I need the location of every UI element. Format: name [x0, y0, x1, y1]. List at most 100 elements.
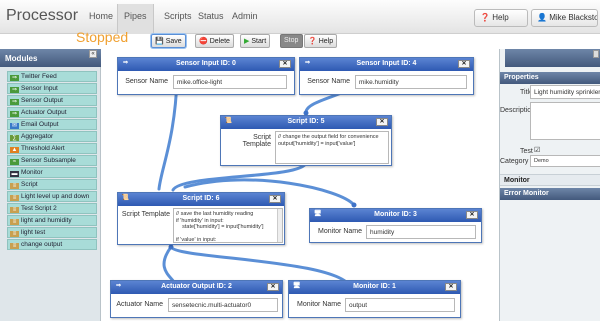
node-header[interactable]: ⇒ Actuator Output ID: 2 ✕ [111, 281, 282, 294]
module-label: Script [21, 181, 38, 188]
node-sensor-input-0[interactable]: ⇒ Sensor Input ID: 0 ✕ Sensor Name mike.of… [117, 57, 295, 95]
delete-button[interactable]: ⛔ Delete [195, 34, 234, 48]
node-header[interactable]: 🖥 Monitor ID: 3 ✕ [310, 209, 481, 222]
test-checkbox[interactable]: ☑ [534, 146, 540, 154]
modules-sidebar: Modules « ⇒ Twitter Feed ⇒ Sensor Input ⇒ Sen… [0, 49, 101, 321]
node-header[interactable]: 📜 Script ID: 6 ✕ [118, 193, 284, 206]
test-label: Test [520, 148, 533, 155]
stop-button[interactable]: Stop [280, 34, 303, 48]
module-item[interactable]: ≡ light test [7, 227, 97, 238]
properties-header[interactable]: Properties [500, 72, 600, 84]
node-script-6[interactable]: 📜 Script ID: 6 ✕ Script Template // save t… [117, 192, 285, 245]
node-header[interactable]: ⇒ Sensor Input ID: 4 ✕ [300, 58, 473, 71]
actuator-name-label: Actuator Name [116, 301, 163, 308]
module-item[interactable]: ≡ light and humidity [7, 215, 97, 226]
node-header[interactable]: 📜 Script ID: 5 ✕ [221, 116, 391, 129]
script-template-textarea[interactable]: // save the last humidity reading if 'hu… [173, 208, 283, 243]
sensor-name-input[interactable]: mike.office-light [173, 75, 287, 89]
save-icon: 💾 [155, 38, 164, 45]
start-label: Start [251, 38, 267, 45]
user-menu-button[interactable]: 👤 Mike Blackstock ▾ [531, 9, 598, 27]
close-icon[interactable]: ✕ [269, 195, 281, 203]
arrow-right-icon: ⇒ [10, 111, 19, 117]
monitor-name-label: Monitor Name [297, 301, 341, 308]
pin-icon[interactable] [593, 50, 599, 58]
module-item[interactable]: ≡ Light level up and down [7, 191, 97, 202]
module-label: Actuator Output [21, 109, 67, 116]
save-button[interactable]: 💾 Save [151, 34, 186, 48]
module-label: Threshold Alert [21, 145, 65, 152]
close-icon[interactable]: ✕ [376, 118, 388, 126]
description-textarea[interactable] [530, 102, 600, 140]
arrow-right-icon: ⇒ [115, 283, 122, 289]
script-icon: ≡ [10, 219, 19, 225]
modules-title: Modules [5, 54, 38, 63]
close-icon[interactable]: ✕ [279, 60, 291, 68]
node-title: Monitor ID: 1 [353, 283, 396, 290]
category-select[interactable]: Demo [530, 155, 600, 167]
nav-scripts[interactable]: Scripts [164, 11, 192, 21]
warning-icon: ▲ [10, 147, 19, 153]
script-template-label: Script Template [121, 211, 170, 218]
module-item[interactable]: ▲ Threshold Alert [7, 143, 97, 154]
app-brand[interactable]: Processor [6, 7, 78, 25]
module-item[interactable]: ≈ Sensor Subsample [7, 155, 97, 166]
module-item[interactable]: ⇒ Twitter Feed [7, 71, 97, 82]
module-item[interactable]: ≡ change output [7, 239, 97, 250]
close-icon[interactable]: ✕ [458, 60, 470, 68]
collapse-sidebar-button[interactable]: « [89, 50, 97, 58]
node-sensor-input-4[interactable]: ⇒ Sensor Input ID: 4 ✕ Sensor Name mike.hu… [299, 57, 474, 95]
script-template-textarea[interactable]: // change the output field for convenien… [275, 131, 389, 164]
close-icon[interactable]: ✕ [466, 211, 478, 219]
help-icon: ❓ [308, 38, 317, 45]
toolbar-help-button[interactable]: ❓ Help [304, 34, 338, 48]
pipe-canvas[interactable]: ⇒ Sensor Input ID: 0 ✕ Sensor Name mike.of… [101, 49, 499, 321]
close-icon[interactable]: ✕ [267, 283, 279, 291]
user-name: Mike Blackstock [549, 13, 597, 22]
toolbar-help-label: Help [318, 38, 334, 45]
module-item[interactable]: ⇒ Sensor Input [7, 83, 97, 94]
module-item[interactable]: ⇒ Actuator Output [7, 107, 97, 118]
properties-panel: Properties Title Light humidity sprinkle… [499, 49, 600, 321]
node-script-5[interactable]: 📜 Script ID: 5 ✕ Script Template // change… [220, 115, 392, 166]
module-label: Test Script 2 [21, 205, 57, 212]
monitor-icon: 🖥 [313, 211, 322, 217]
node-actuator-output-2[interactable]: ⇒ Actuator Output ID: 2 ✕ Actuator Name se… [110, 280, 283, 318]
play-icon: ▶ [244, 38, 250, 45]
module-item[interactable]: ▬ Monitor [7, 167, 97, 178]
help-label: Help [492, 13, 509, 22]
nav-admin[interactable]: Admin [232, 11, 258, 21]
node-title: Sensor Input ID: 4 [356, 60, 417, 67]
node-header[interactable]: ⇒ Sensor Input ID: 0 ✕ [118, 58, 294, 71]
monitor-icon: 🖥 [292, 283, 301, 289]
textarea-scrollbar[interactable] [277, 209, 282, 242]
module-item[interactable]: ✉ Email Output [7, 119, 97, 130]
monitor-name-input[interactable]: humidity [366, 225, 476, 239]
sensor-name-input[interactable]: mike.humidity [355, 75, 467, 89]
error-monitor-header[interactable]: Error Monitor [500, 188, 600, 200]
module-item[interactable]: ≡ Script [7, 179, 97, 190]
node-header[interactable]: 🖥 Monitor ID: 1 ✕ [289, 281, 460, 294]
title-input[interactable]: Light humidity sprinkler [530, 85, 600, 99]
monitor-section-header[interactable]: Monitor [500, 174, 600, 186]
module-label: Twitter Feed [21, 73, 57, 80]
help-menu-button[interactable]: ❓ Help [474, 9, 528, 27]
module-label: Sensor Subsample [21, 157, 76, 164]
module-item[interactable]: ≡ Test Script 2 [7, 203, 97, 214]
monitor-name-input[interactable]: output [345, 298, 455, 312]
node-title: Actuator Output ID: 2 [161, 283, 232, 290]
module-item[interactable]: ∑ Aggregator [7, 131, 97, 142]
actuator-name-input[interactable]: sensetecnic.multi-actuator0 [168, 298, 278, 312]
start-button[interactable]: ▶ Start [240, 34, 271, 48]
module-item[interactable]: ⇒ Sensor Output [7, 95, 97, 106]
node-monitor-3[interactable]: 🖥 Monitor ID: 3 ✕ Monitor Name humidity [309, 208, 482, 243]
sensor-name-label: Sensor Name [307, 78, 350, 85]
nav-home[interactable]: Home [89, 11, 113, 21]
script-icon: 📜 [121, 195, 130, 201]
nav-status[interactable]: Status [198, 11, 224, 21]
module-label: Sensor Output [21, 97, 63, 104]
close-icon[interactable]: ✕ [445, 283, 457, 291]
node-monitor-1[interactable]: 🖥 Monitor ID: 1 ✕ Monitor Name output [288, 280, 461, 318]
node-title: Sensor Input ID: 0 [176, 60, 236, 67]
category-label: Category [500, 158, 529, 165]
